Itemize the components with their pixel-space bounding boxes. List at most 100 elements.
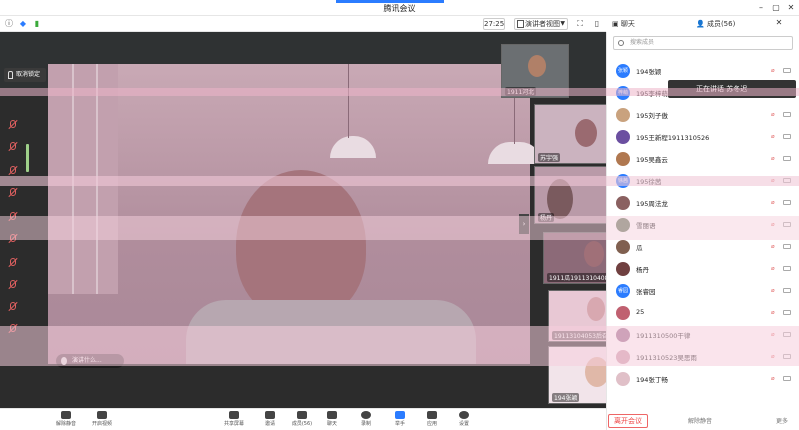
mic-muted-icon: ⌀ [771, 287, 775, 294]
member-row[interactable]: 杨丹 ⌀ [606, 260, 799, 278]
button-label: 解除静音 [55, 421, 76, 427]
unmute-button[interactable]: 解除静音 [52, 411, 80, 430]
unpin-button[interactable]: 取消锁定 [4, 68, 46, 82]
member-row[interactable]: 195刘子傲 ⌀ [606, 106, 799, 124]
speaker-name-tag: 演讲什么... [56, 354, 124, 368]
camera-icon [783, 156, 791, 161]
leave-meeting-button[interactable]: 离开会议 [608, 414, 648, 428]
tab-members[interactable]: 👤 成员(56) [696, 16, 735, 32]
apps-button[interactable]: 应用 [418, 411, 446, 430]
window-title: 腾讯会议 [383, 4, 416, 13]
mic-muted-icon [4, 322, 24, 336]
member-name: 1911310500干律 [636, 332, 691, 340]
avatar [616, 372, 630, 386]
search-icon [618, 40, 624, 46]
member-row[interactable]: 195周法龙 ⌀ [606, 194, 799, 212]
start-video-button[interactable]: 开启视频 [88, 411, 116, 430]
button-label: 聊天 [326, 421, 337, 427]
collapse-thumbnails-button[interactable]: › [519, 214, 529, 234]
member-name: 195刘子傲 [636, 112, 668, 120]
avatar [616, 328, 630, 342]
member-row[interactable]: 195王新程1911310526 ⌀ [606, 128, 799, 146]
shield-icon[interactable]: ◆ [18, 19, 28, 29]
signal-icon[interactable]: ▮ [32, 19, 42, 29]
mute-all-button[interactable]: 解除静音 [688, 416, 712, 425]
button-label: 邀请 [264, 421, 275, 427]
info-icon[interactable]: ⓘ [4, 19, 14, 29]
member-row[interactable]: 雪丽语 ⌀ [606, 216, 799, 234]
camera-icon [783, 112, 791, 117]
camera-icon [783, 178, 791, 183]
panel-close-icon[interactable]: ✕ [774, 18, 784, 28]
minimize-icon[interactable]: – [756, 3, 766, 13]
share-screen-button[interactable]: 共享屏幕 [220, 411, 248, 430]
member-row[interactable]: 1911310523吴思雨 ⌀ [606, 348, 799, 366]
speaker-face [236, 170, 366, 320]
speaker-body [186, 300, 476, 364]
member-row[interactable]: 1911310500干律 ⌀ [606, 326, 799, 344]
member-name: 195王新程1911310526 [636, 134, 710, 142]
member-name: 195李梓萌 [636, 90, 668, 98]
more-button[interactable]: 更多 [776, 416, 788, 425]
layout-icon [517, 20, 524, 28]
avatar [616, 306, 630, 320]
record-icon [361, 411, 371, 419]
member-name: 1911310523吴思雨 [636, 354, 697, 362]
button-label: 开启视频 [91, 421, 112, 427]
members-button[interactable]: 成员(56) [288, 411, 316, 430]
mic-muted-icon: ⌀ [771, 331, 775, 338]
mic-muted-icon [4, 232, 24, 246]
mic-muted-icon [4, 140, 24, 154]
lamp-cord [348, 64, 349, 138]
camera-icon [783, 134, 791, 139]
meeting-window: 腾讯会议 – ▢ ✕ ⓘ ◆ ▮ 27:25 演讲者视图 ▼ ⛶ ▯ ▣ 聊天 … [0, 0, 799, 430]
settings-button[interactable]: 设置 [450, 411, 478, 430]
raise-hand-button[interactable]: 举手 [386, 411, 414, 430]
avatar [616, 108, 630, 122]
member-row[interactable]: 瓜 ⌀ [606, 238, 799, 256]
mic-muted-icon: ⌀ [771, 67, 775, 74]
share-screen-icon [229, 411, 239, 419]
member-name: 雪丽语 [636, 222, 656, 230]
gear-icon [459, 411, 469, 419]
member-name: 杨丹 [636, 266, 649, 274]
meeting-toolbar: ⓘ ◆ ▮ 27:25 演讲者视图 ▼ ⛶ ▯ [0, 16, 606, 32]
participant-face [528, 55, 546, 77]
mic-muted-icon: ⌀ [771, 199, 775, 206]
close-icon[interactable]: ✕ [786, 3, 796, 13]
avatar: 梓萌 [616, 86, 630, 100]
view-switch-button[interactable]: 演讲者视图 ▼ [514, 18, 568, 30]
participant-face [587, 297, 605, 321]
apps-icon [427, 411, 437, 419]
title-bar: 腾讯会议 – ▢ ✕ [0, 0, 799, 16]
button-label: 成员(56) [291, 421, 313, 427]
member-row[interactable]: 25 ⌀ [606, 304, 799, 322]
sidebar-toggle-icon[interactable]: ▯ [592, 19, 602, 29]
unpin-label: 取消锁定 [16, 71, 41, 78]
button-label: 设置 [458, 421, 469, 427]
member-name: 195吴鑫云 [636, 156, 668, 164]
maximize-icon[interactable]: ▢ [771, 3, 781, 13]
member-row[interactable]: 徐茜 195徐茜 ⌀ [606, 172, 799, 190]
invite-button[interactable]: 邀请 [256, 411, 284, 430]
chat-button[interactable]: 聊天 [318, 411, 346, 430]
camera-icon [97, 411, 107, 419]
mic-muted-icon [4, 256, 24, 270]
speaker-name: 演讲什么... [72, 357, 102, 364]
video-thumbnail[interactable]: 1911河北 [501, 44, 569, 98]
member-name: 195徐茜 [636, 178, 662, 186]
member-row[interactable]: 睿园 张睿园 ⌀ [606, 282, 799, 300]
camera-icon [783, 200, 791, 205]
member-row[interactable]: 194张丁畅 ⌀ [606, 370, 799, 388]
member-row[interactable]: 195吴鑫云 ⌀ [606, 150, 799, 168]
fullscreen-icon[interactable]: ⛶ [575, 19, 585, 29]
record-button[interactable]: 录制 [352, 411, 380, 430]
member-name: 194张颖 [636, 68, 662, 76]
tab-chat[interactable]: ▣ 聊天 [612, 16, 635, 32]
camera-icon [783, 244, 791, 249]
member-row[interactable]: 张颖 194张颖 ⌀ [606, 62, 799, 80]
chat-tab-icon: ▣ [612, 20, 621, 28]
member-search-input[interactable]: 搜索成员 [613, 36, 793, 50]
avatar [616, 196, 630, 210]
invite-icon [265, 411, 275, 419]
